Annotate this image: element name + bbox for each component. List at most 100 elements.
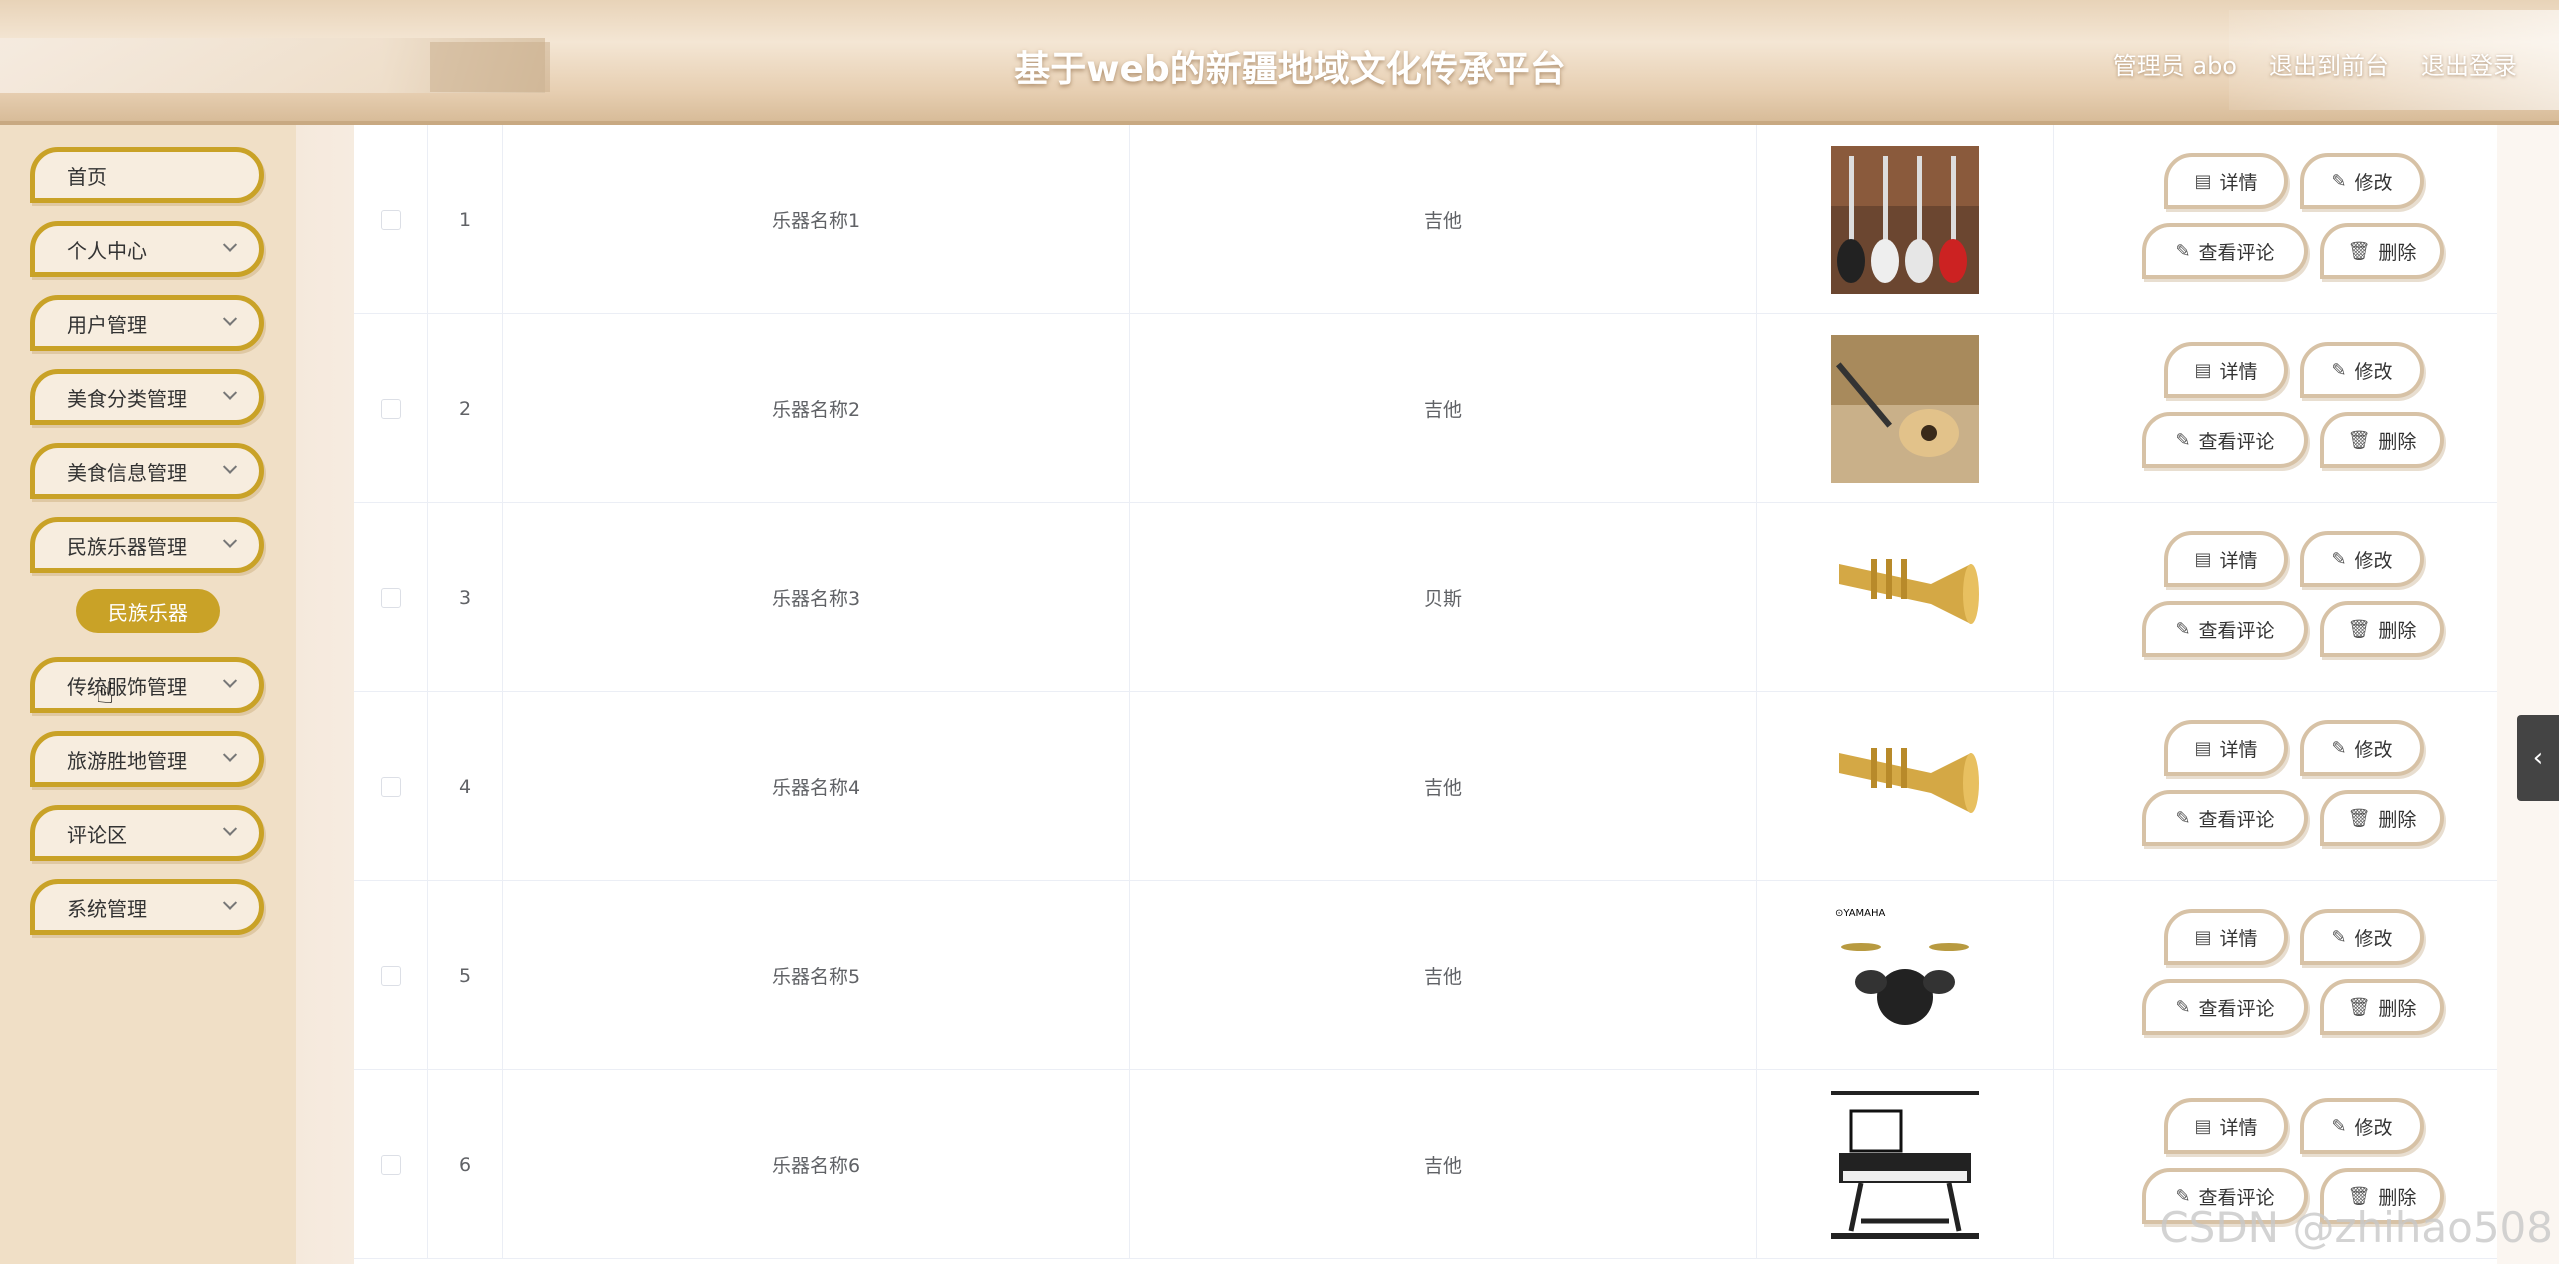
collapse-toggle-button[interactable]: ‹	[2517, 715, 2559, 801]
svg-text:⊙YAMAHA: ⊙YAMAHA	[1835, 908, 1886, 919]
edit-button-label: 修改	[2354, 171, 2393, 194]
pencil-icon: ✎	[2175, 996, 2191, 1018]
instrument-image[interactable]	[1831, 334, 1979, 483]
view-comments-button[interactable]: ✎ 查看评论	[2142, 979, 2308, 1035]
instrument-image[interactable]: ⊙YAMAHA	[1831, 901, 1979, 1050]
table-row: 1 乐器名称1 吉他 ▤ 详情 ✎ 修改 ✎ 查看评论 🗑 删除	[354, 125, 2497, 314]
instrument-image[interactable]	[1831, 145, 1979, 294]
instrument-type: 贝斯	[1130, 503, 1757, 692]
trash-icon: 🗑	[2347, 996, 2371, 1018]
instrument-image[interactable]	[1831, 1090, 1979, 1239]
delete-button-label: 删除	[2378, 997, 2417, 1020]
document-icon: ▤	[2194, 737, 2212, 759]
row-checkbox[interactable]	[380, 776, 401, 797]
instrument-type: 吉他	[1130, 692, 1757, 881]
row-checkbox-cell	[354, 503, 428, 692]
sidebar-item-user-management[interactable]: 用户管理	[30, 295, 264, 351]
sidebar-item-home[interactable]: 首页	[30, 147, 264, 203]
trash-icon: 🗑	[2347, 618, 2371, 640]
pencil-icon: ✎	[2331, 170, 2347, 192]
view-comments-button[interactable]: ✎ 查看评论	[2142, 790, 2308, 846]
delete-button[interactable]: 🗑 删除	[2320, 601, 2444, 657]
edit-button[interactable]: ✎ 修改	[2300, 342, 2424, 398]
delete-button-label: 删除	[2378, 619, 2417, 642]
sidebar-item-label: 个人中心	[67, 238, 147, 263]
pencil-icon: ✎	[2175, 807, 2191, 829]
edit-button[interactable]: ✎ 修改	[2300, 153, 2424, 209]
delete-button[interactable]: 🗑 删除	[2320, 412, 2444, 468]
view-comments-button[interactable]: ✎ 查看评论	[2142, 412, 2308, 468]
row-actions: ▤ 详情 ✎ 修改 ✎ 查看评论 🗑 删除	[2054, 503, 2497, 692]
view-comments-label: 查看评论	[2198, 997, 2275, 1020]
sidebar-item-food-info[interactable]: 美食信息管理	[30, 443, 264, 499]
instrument-image-cell: ⊙YAMAHA	[1757, 881, 2054, 1070]
sidebar-item-food-category[interactable]: 美食分类管理	[30, 369, 264, 425]
row-checkbox[interactable]	[380, 587, 401, 608]
row-checkbox-cell	[354, 314, 428, 503]
edit-button-label: 修改	[2354, 1116, 2393, 1139]
instrument-image[interactable]	[1831, 523, 1979, 672]
logout-link[interactable]: 退出登录	[2421, 46, 2517, 81]
row-actions: ▤ 详情 ✎ 修改 ✎ 查看评论 🗑 删除	[2054, 692, 2497, 881]
edit-button[interactable]: ✎ 修改	[2300, 720, 2424, 776]
sidebar-item-comments[interactable]: 评论区	[30, 805, 264, 861]
chevron-left-icon: ‹	[2532, 743, 2544, 773]
row-index: 3	[428, 503, 503, 692]
document-icon: ▤	[2194, 548, 2212, 570]
detail-button[interactable]: ▤ 详情	[2164, 1098, 2288, 1154]
detail-button-label: 详情	[2219, 171, 2258, 194]
detail-button-label: 详情	[2219, 738, 2258, 761]
sidebar-item-instrument-management[interactable]: 民族乐器管理	[30, 517, 264, 573]
detail-button[interactable]: ▤ 详情	[2164, 153, 2288, 209]
detail-button[interactable]: ▤ 详情	[2164, 909, 2288, 965]
row-checkbox-cell	[354, 881, 428, 1070]
chevron-down-icon	[222, 311, 238, 326]
row-actions: ▤ 详情 ✎ 修改 ✎ 查看评论 🗑 删除	[2054, 314, 2497, 503]
delete-button[interactable]: 🗑 删除	[2320, 790, 2444, 846]
detail-button-label: 详情	[2219, 1116, 2258, 1139]
watermark: CSDN @zhihao508	[2159, 1203, 2553, 1252]
edit-button[interactable]: ✎ 修改	[2300, 909, 2424, 965]
sidebar: 首页 个人中心 用户管理 美食分类管理 美食信息管理 民族乐器管理 民族乐器 传…	[0, 125, 296, 1264]
delete-button[interactable]: 🗑 删除	[2320, 223, 2444, 279]
row-index: 5	[428, 881, 503, 1070]
pencil-icon: ✎	[2175, 429, 2191, 451]
chevron-down-icon	[222, 533, 238, 548]
detail-button[interactable]: ▤ 详情	[2164, 342, 2288, 398]
sidebar-item-costume-management[interactable]: 传统服饰管理	[30, 657, 264, 713]
trash-icon: 🗑	[2347, 240, 2371, 262]
sidebar-item-label: 系统管理	[67, 896, 147, 921]
delete-button-label: 删除	[2378, 808, 2417, 831]
row-checkbox[interactable]	[380, 1154, 401, 1175]
sidebar-item-label: 评论区	[67, 822, 127, 847]
edit-button[interactable]: ✎ 修改	[2300, 531, 2424, 587]
sidebar-item-label: 美食信息管理	[67, 460, 187, 485]
sidebar-item-system-management[interactable]: 系统管理	[30, 879, 264, 935]
row-checkbox[interactable]	[380, 398, 401, 419]
edit-button-label: 修改	[2354, 549, 2393, 572]
instrument-name: 乐器名称6	[503, 1070, 1130, 1259]
row-index: 2	[428, 314, 503, 503]
instrument-image[interactable]	[1831, 712, 1979, 861]
row-actions: ▤ 详情 ✎ 修改 ✎ 查看评论 🗑 删除	[2054, 881, 2497, 1070]
edit-button[interactable]: ✎ 修改	[2300, 1098, 2424, 1154]
view-comments-button[interactable]: ✎ 查看评论	[2142, 223, 2308, 279]
row-actions: ▤ 详情 ✎ 修改 ✎ 查看评论 🗑 删除	[2054, 125, 2497, 314]
delete-button[interactable]: 🗑 删除	[2320, 979, 2444, 1035]
detail-button[interactable]: ▤ 详情	[2164, 531, 2288, 587]
instrument-image-cell	[1757, 314, 2054, 503]
detail-button[interactable]: ▤ 详情	[2164, 720, 2288, 776]
chevron-down-icon	[222, 237, 238, 252]
sidebar-item-tourism-management[interactable]: 旅游胜地管理	[30, 731, 264, 787]
sidebar-item-personal-center[interactable]: 个人中心	[30, 221, 264, 277]
view-comments-button[interactable]: ✎ 查看评论	[2142, 601, 2308, 657]
trash-icon: 🗑	[2347, 429, 2371, 451]
hand-cursor-icon: ☝	[96, 676, 115, 711]
view-comments-label: 查看评论	[2198, 430, 2275, 453]
front-link[interactable]: 退出到前台	[2269, 46, 2389, 81]
row-checkbox[interactable]	[380, 209, 401, 230]
sidebar-subitem-instrument[interactable]: 民族乐器	[76, 589, 220, 633]
row-checkbox[interactable]	[380, 965, 401, 986]
instrument-type: 吉他	[1130, 1070, 1757, 1259]
pencil-icon: ✎	[2175, 240, 2191, 262]
